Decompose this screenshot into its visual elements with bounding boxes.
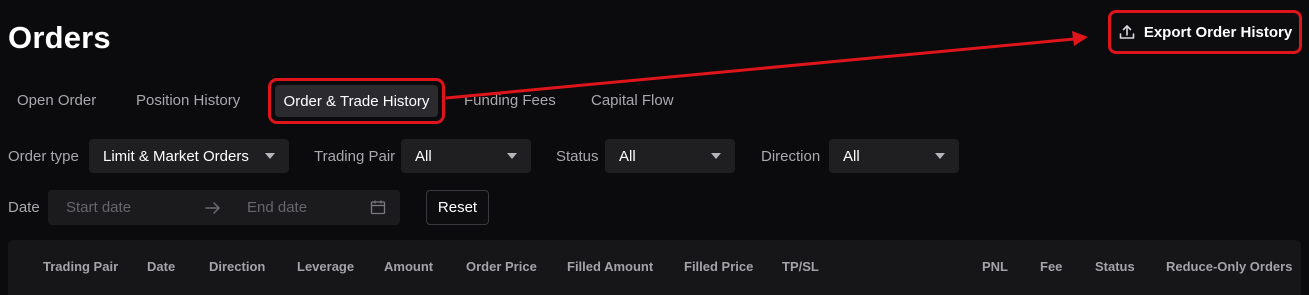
order-type-value: Limit & Market Orders <box>103 147 249 165</box>
upload-icon <box>1119 25 1135 39</box>
start-date-input[interactable]: Start date <box>66 190 131 225</box>
tab-open-order[interactable]: Open Order <box>17 78 96 122</box>
status-value: All <box>619 147 636 165</box>
column-header-filled-amount[interactable]: Filled Amount <box>567 259 653 274</box>
export-order-history-button[interactable]: Export Order History <box>1108 10 1302 54</box>
arrow-right-icon <box>205 202 220 214</box>
column-header-fee[interactable]: Fee <box>1040 259 1062 274</box>
orders-table: Trading Pair Date Direction Leverage Amo… <box>8 240 1301 295</box>
trading-pair-value: All <box>415 147 432 165</box>
column-header-status[interactable]: Status <box>1095 259 1135 274</box>
status-label: Status <box>556 147 599 165</box>
trading-pair-select[interactable]: All <box>401 139 531 173</box>
calendar-icon <box>370 200 386 215</box>
column-header-tp-sl[interactable]: TP/SL <box>782 259 819 274</box>
date-filter-row: Date Start date End date Reset <box>0 190 1309 225</box>
column-header-amount[interactable]: Amount <box>384 259 433 274</box>
trading-pair-label: Trading Pair <box>314 147 396 165</box>
order-type-label: Order type <box>8 147 79 165</box>
end-date-input[interactable]: End date <box>247 190 307 225</box>
filter-row: Order type Limit & Market Orders Trading… <box>0 139 1309 173</box>
page-title: Orders <box>8 20 111 55</box>
caret-down-icon <box>265 153 275 159</box>
tab-funding-fees[interactable]: Funding Fees <box>464 78 556 122</box>
export-order-history-label: Export Order History <box>1143 23 1293 41</box>
caret-down-icon <box>507 153 517 159</box>
direction-label: Direction <box>761 147 821 165</box>
status-select[interactable]: All <box>605 139 735 173</box>
tab-order-trade-history[interactable]: Order & Trade History <box>275 85 438 117</box>
direction-value: All <box>843 147 860 165</box>
column-header-leverage[interactable]: Leverage <box>297 259 354 274</box>
date-label: Date <box>8 199 40 216</box>
order-type-select[interactable]: Limit & Market Orders <box>89 139 289 173</box>
annotation-arrow-head <box>1072 31 1088 46</box>
reset-button[interactable]: Reset <box>426 190 489 225</box>
column-header-pnl[interactable]: PNL <box>982 259 1008 274</box>
date-range-picker[interactable]: Start date End date <box>48 190 400 225</box>
column-header-date[interactable]: Date <box>147 259 175 274</box>
column-header-direction[interactable]: Direction <box>209 259 265 274</box>
tab-capital-flow[interactable]: Capital Flow <box>591 78 674 122</box>
column-header-order-price[interactable]: Order Price <box>466 259 537 274</box>
column-header-trading-pair[interactable]: Trading Pair <box>43 259 118 274</box>
tab-order-trade-history-highlight: Order & Trade History <box>268 78 445 124</box>
tab-position-history[interactable]: Position History <box>136 78 240 122</box>
column-header-reduce-only-orders[interactable]: Reduce-Only Orders <box>1166 259 1292 274</box>
column-header-filled-price[interactable]: Filled Price <box>684 259 753 274</box>
direction-select[interactable]: All <box>829 139 959 173</box>
caret-down-icon <box>935 153 945 159</box>
caret-down-icon <box>711 153 721 159</box>
